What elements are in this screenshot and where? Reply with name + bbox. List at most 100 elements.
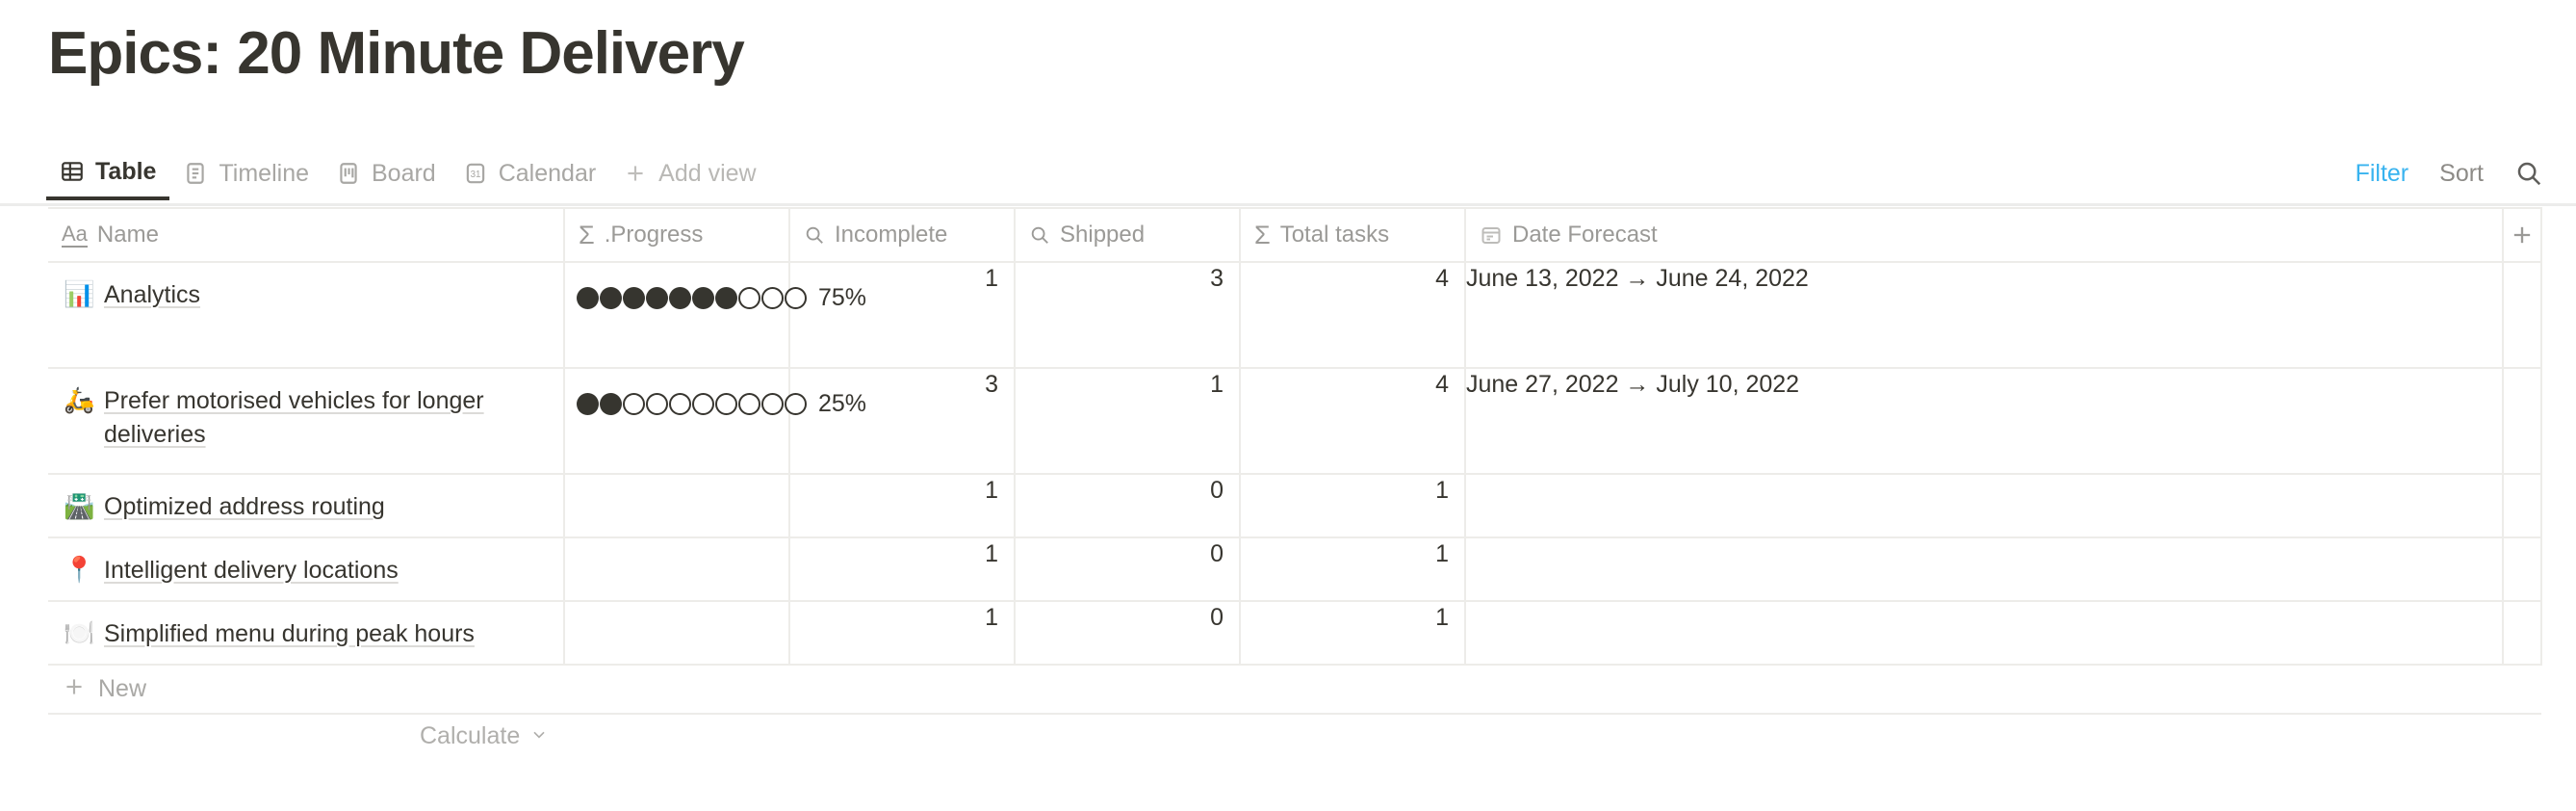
- motorway-emoji: 🛣️: [64, 490, 92, 523]
- cell-incomplete[interactable]: 1: [789, 262, 1015, 368]
- timeline-icon: [183, 161, 208, 186]
- cell-date-forecast[interactable]: June 13, 2022 → June 24, 2022: [1465, 262, 2503, 368]
- new-row-label: New: [98, 675, 146, 703]
- column-header-date-forecast[interactable]: Date Forecast: [1465, 208, 2503, 262]
- column-header-name[interactable]: Aa Name: [48, 208, 564, 262]
- column-header-name-label: Name: [97, 222, 159, 249]
- cell-progress[interactable]: 25%: [564, 368, 789, 474]
- cell-total-tasks[interactable]: 4: [1240, 262, 1465, 368]
- cell-shipped[interactable]: 1: [1015, 368, 1240, 474]
- column-header-total-tasks[interactable]: Σ Total tasks: [1240, 208, 1465, 262]
- plus-icon: [62, 674, 87, 704]
- column-header-incomplete-label: Incomplete: [835, 222, 947, 249]
- progress-percent: 75%: [818, 284, 866, 312]
- tab-timeline-label: Timeline: [219, 160, 309, 188]
- view-tabs: Table Timeline: [46, 146, 770, 200]
- cell-name[interactable]: 🍽️ Simplified menu during peak hours: [48, 601, 564, 665]
- calculate-dropdown[interactable]: Calculate: [420, 722, 549, 750]
- cell-shipped[interactable]: 0: [1015, 474, 1240, 537]
- cell-spacer: [2503, 537, 2541, 601]
- round-pushpin-emoji: 📍: [64, 554, 92, 587]
- plus-icon: [623, 161, 648, 186]
- table-header-row: Aa Name Σ .Progress Incomplete: [48, 208, 2541, 262]
- date-icon: [1480, 223, 1503, 247]
- cell-progress[interactable]: 75%: [564, 262, 789, 368]
- table-row[interactable]: 📍 Intelligent delivery locations 1 0 1: [48, 537, 2541, 601]
- cell-name[interactable]: 📊 Analytics: [48, 262, 564, 368]
- row-title-link[interactable]: Prefer motorised vehicles for longer del…: [104, 384, 550, 452]
- cell-date-forecast[interactable]: [1465, 474, 2503, 537]
- column-header-incomplete[interactable]: Incomplete: [789, 208, 1015, 262]
- tab-table-label: Table: [95, 158, 156, 186]
- formula-sigma-icon: Σ: [579, 222, 595, 249]
- formula-sigma-icon: Σ: [1254, 222, 1271, 249]
- tab-calendar-label: Calendar: [499, 160, 596, 188]
- column-header-progress[interactable]: Σ .Progress: [564, 208, 789, 262]
- cell-shipped[interactable]: 0: [1015, 601, 1240, 665]
- add-column-button[interactable]: [2503, 208, 2541, 262]
- progress-percent: 25%: [818, 390, 866, 418]
- tab-table[interactable]: Table: [46, 146, 169, 200]
- row-title-link[interactable]: Optimized address routing: [104, 490, 385, 524]
- cell-incomplete[interactable]: 1: [789, 601, 1015, 665]
- cell-progress[interactable]: [564, 537, 789, 601]
- view-tab-bar: Table Timeline: [0, 146, 2576, 206]
- cell-total-tasks[interactable]: 4: [1240, 368, 1465, 474]
- cell-incomplete[interactable]: 1: [789, 537, 1015, 601]
- rollup-search-icon: [804, 224, 825, 246]
- cell-total-tasks[interactable]: 1: [1240, 474, 1465, 537]
- cell-spacer: [2503, 368, 2541, 474]
- tab-board-label: Board: [372, 160, 436, 188]
- cell-shipped[interactable]: 0: [1015, 537, 1240, 601]
- cell-progress[interactable]: [564, 601, 789, 665]
- motor-scooter-emoji: 🛵: [64, 384, 92, 417]
- table-row[interactable]: 🍽️ Simplified menu during peak hours 1 0…: [48, 601, 2541, 665]
- add-view-button[interactable]: Add view: [609, 146, 769, 200]
- cell-date-forecast[interactable]: [1465, 601, 2503, 665]
- cell-spacer: [2503, 474, 2541, 537]
- sort-button[interactable]: Sort: [2424, 160, 2499, 188]
- cell-total-tasks[interactable]: 1: [1240, 601, 1465, 665]
- board-icon: [336, 161, 361, 186]
- new-row-button[interactable]: New: [48, 665, 2541, 715]
- calendar-icon: 31: [463, 161, 488, 186]
- tab-timeline[interactable]: Timeline: [169, 146, 322, 200]
- plus-icon: [2504, 209, 2540, 261]
- database-table: Aa Name Σ .Progress Incomplete: [48, 207, 2542, 666]
- table-row[interactable]: 🛣️ Optimized address routing 1 0 1: [48, 474, 2541, 537]
- tab-calendar[interactable]: 31 Calendar: [450, 146, 609, 200]
- cell-date-forecast[interactable]: June 27, 2022 → July 10, 2022: [1465, 368, 2503, 474]
- add-view-label: Add view: [658, 160, 756, 188]
- cell-date-forecast[interactable]: [1465, 537, 2503, 601]
- row-title-link[interactable]: Analytics: [104, 278, 200, 312]
- cell-shipped[interactable]: 3: [1015, 262, 1240, 368]
- cell-progress[interactable]: [564, 474, 789, 537]
- table-row[interactable]: 🛵 Prefer motorised vehicles for longer d…: [48, 368, 2541, 474]
- cell-name[interactable]: 📍 Intelligent delivery locations: [48, 537, 564, 601]
- chevron-down-icon: [529, 724, 549, 749]
- progress-dots: 75%: [565, 263, 788, 312]
- cell-name[interactable]: 🛣️ Optimized address routing: [48, 474, 564, 537]
- row-title-link[interactable]: Simplified menu during peak hours: [104, 617, 475, 651]
- cell-incomplete[interactable]: 1: [789, 474, 1015, 537]
- cell-spacer: [2503, 262, 2541, 368]
- table-row[interactable]: 📊 Analytics 75% 1 3 4 June 13, 2022 → Ju…: [48, 262, 2541, 368]
- filter-button[interactable]: Filter: [2340, 160, 2425, 188]
- cell-name[interactable]: 🛵 Prefer motorised vehicles for longer d…: [48, 368, 564, 474]
- column-header-shipped[interactable]: Shipped: [1015, 208, 1240, 262]
- table-body: 📊 Analytics 75% 1 3 4 June 13, 2022 → Ju…: [48, 262, 2541, 665]
- rollup-search-icon: [1029, 224, 1050, 246]
- bar-chart-emoji: 📊: [64, 278, 92, 311]
- tab-board[interactable]: Board: [322, 146, 450, 200]
- table-footer: Calculate: [48, 715, 2541, 771]
- cell-total-tasks[interactable]: 1: [1240, 537, 1465, 601]
- calculate-label: Calculate: [420, 722, 520, 750]
- row-title-link[interactable]: Intelligent delivery locations: [104, 554, 399, 588]
- svg-text:31: 31: [470, 170, 480, 180]
- search-icon[interactable]: [2499, 159, 2551, 188]
- column-header-progress-label: .Progress: [605, 222, 704, 249]
- fork-and-knife-with-plate-emoji: 🍽️: [64, 617, 92, 650]
- view-actions: Filter Sort: [2340, 146, 2551, 200]
- text-aa-icon: Aa: [62, 223, 88, 248]
- cell-incomplete[interactable]: 3: [789, 368, 1015, 474]
